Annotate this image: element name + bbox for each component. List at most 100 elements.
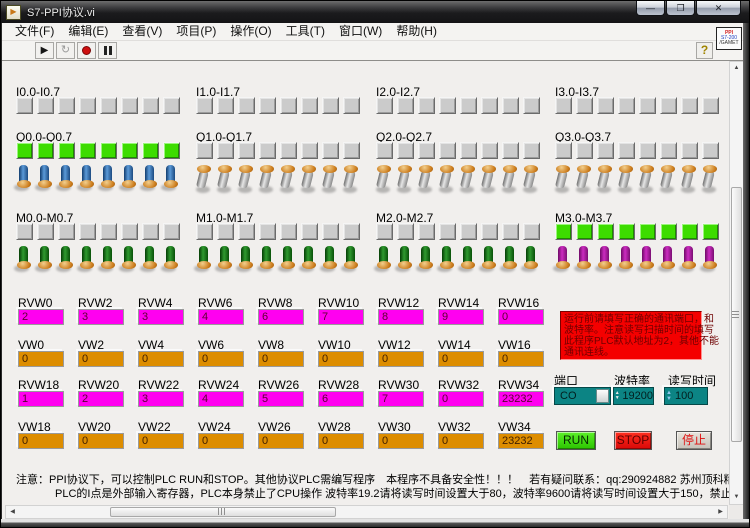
toggle-switch[interactable] (376, 243, 393, 285)
register-field[interactable]: 0 (318, 433, 364, 449)
toggle-switch[interactable] (343, 243, 360, 285)
toggle-switch[interactable] (502, 243, 519, 285)
toggle-switch[interactable] (439, 243, 456, 285)
toggle-switch[interactable] (79, 162, 96, 204)
toggle-switch[interactable] (397, 162, 414, 204)
scroll-up-icon[interactable]: ▲ (730, 62, 743, 75)
register-field[interactable]: 0 (318, 351, 364, 367)
plc-run-button[interactable]: RUN (556, 431, 596, 450)
register-field[interactable]: 0 (438, 351, 484, 367)
horizontal-scrollbar[interactable]: ◀ ▶ (5, 505, 728, 519)
toggle-switch[interactable] (502, 162, 519, 204)
toggle-switch[interactable] (58, 162, 75, 204)
toggle-switch[interactable] (217, 162, 234, 204)
toggle-switch[interactable] (217, 243, 234, 285)
toggle-switch[interactable] (618, 243, 635, 285)
port-combo[interactable]: CO (554, 387, 611, 405)
register-field[interactable]: 0 (198, 433, 244, 449)
toggle-switch[interactable] (142, 243, 159, 285)
rw-time-value[interactable]: 100 (673, 388, 707, 404)
toggle-switch[interactable] (702, 243, 719, 285)
abort-button[interactable] (77, 42, 96, 59)
toggle-switch[interactable] (555, 162, 572, 204)
toggle-switch[interactable] (576, 162, 593, 204)
rw-time-input[interactable]: ▲▼ 100 (664, 387, 708, 405)
toggle-switch[interactable] (301, 243, 318, 285)
baud-rate-input[interactable]: ▲▼ 19200 (613, 387, 654, 405)
plc-stop-button[interactable]: STOP (614, 431, 652, 450)
toggle-switch[interactable] (523, 243, 540, 285)
menu-item-3[interactable]: 项目(P) (169, 23, 223, 40)
register-field[interactable]: 0 (138, 433, 184, 449)
register-field[interactable]: 0 (198, 351, 244, 367)
toggle-switch[interactable] (163, 243, 180, 285)
register-field[interactable]: 0 (378, 351, 424, 367)
rw-time-spinner[interactable]: ▲▼ (665, 388, 673, 404)
toggle-switch[interactable] (523, 162, 540, 204)
menu-item-4[interactable]: 操作(O) (223, 23, 278, 40)
toggle-switch[interactable] (100, 243, 117, 285)
register-field[interactable]: 0 (18, 351, 64, 367)
toggle-switch[interactable] (196, 243, 213, 285)
register-field[interactable]: 23232 (498, 433, 544, 449)
toggle-switch[interactable] (660, 243, 677, 285)
register-field[interactable]: 0 (18, 433, 64, 449)
baud-value[interactable]: 19200 (620, 388, 653, 404)
maximize-button[interactable]: ❐ (666, 1, 695, 16)
run-continuous-button[interactable]: ↻ (56, 42, 75, 59)
toggle-switch[interactable] (37, 162, 54, 204)
toggle-switch[interactable] (259, 243, 276, 285)
toggle-switch[interactable] (16, 243, 33, 285)
toggle-switch[interactable] (163, 162, 180, 204)
spin-down-icon[interactable]: ▼ (666, 396, 672, 402)
menu-item-5[interactable]: 工具(T) (279, 23, 332, 40)
toggle-switch[interactable] (439, 162, 456, 204)
toggle-switch[interactable] (660, 162, 677, 204)
menu-item-7[interactable]: 帮助(H) (389, 23, 444, 40)
toggle-switch[interactable] (418, 243, 435, 285)
toggle-switch[interactable] (322, 243, 339, 285)
toggle-switch[interactable] (597, 162, 614, 204)
toggle-switch[interactable] (196, 162, 213, 204)
toggle-switch[interactable] (16, 162, 33, 204)
toggle-switch[interactable] (481, 162, 498, 204)
toggle-switch[interactable] (301, 162, 318, 204)
toggle-switch[interactable] (280, 243, 297, 285)
toggle-switch[interactable] (639, 243, 656, 285)
toggle-switch[interactable] (58, 243, 75, 285)
toggle-switch[interactable] (322, 162, 339, 204)
register-field[interactable]: 0 (438, 433, 484, 449)
toggle-switch[interactable] (460, 243, 477, 285)
register-field[interactable]: 0 (258, 351, 304, 367)
toggle-switch[interactable] (343, 162, 360, 204)
toggle-switch[interactable] (397, 243, 414, 285)
toggle-switch[interactable] (238, 162, 255, 204)
register-field[interactable]: 0 (78, 433, 124, 449)
close-button[interactable]: ✕ (696, 1, 741, 16)
toggle-switch[interactable] (681, 162, 698, 204)
toggle-switch[interactable] (418, 162, 435, 204)
toggle-switch[interactable] (460, 162, 477, 204)
menu-item-0[interactable]: 文件(F) (8, 23, 61, 40)
menu-item-1[interactable]: 编辑(E) (61, 23, 115, 40)
minimize-button[interactable]: — (636, 1, 665, 16)
toggle-switch[interactable] (280, 162, 297, 204)
help-button[interactable]: ? (696, 42, 713, 59)
run-button[interactable]: ▶ (35, 42, 54, 59)
toggle-switch[interactable] (618, 162, 635, 204)
toggle-switch[interactable] (597, 243, 614, 285)
register-field[interactable]: 0 (498, 351, 544, 367)
toggle-switch[interactable] (681, 243, 698, 285)
toggle-switch[interactable] (481, 243, 498, 285)
toggle-switch[interactable] (79, 243, 96, 285)
toggle-switch[interactable] (121, 162, 138, 204)
toggle-switch[interactable] (639, 162, 656, 204)
toggle-switch[interactable] (37, 243, 54, 285)
scroll-left-icon[interactable]: ◀ (6, 506, 19, 518)
toggle-switch[interactable] (100, 162, 117, 204)
toggle-switch[interactable] (702, 162, 719, 204)
register-field[interactable]: 0 (258, 433, 304, 449)
halt-button[interactable]: 停止 (676, 431, 712, 450)
toggle-switch[interactable] (238, 243, 255, 285)
scroll-right-icon[interactable]: ▶ (714, 506, 727, 518)
